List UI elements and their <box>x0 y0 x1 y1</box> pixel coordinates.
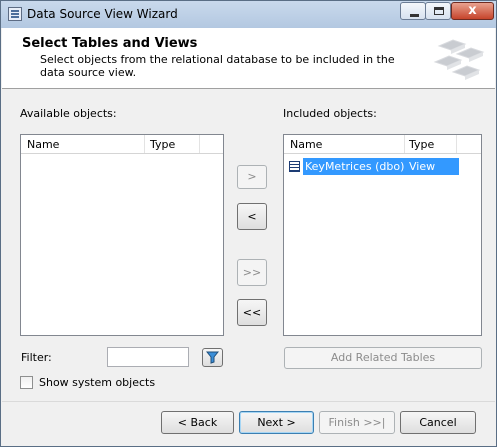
available-column-name[interactable]: Name <box>27 138 59 151</box>
finish-button[interactable]: Finish >>| <box>319 411 395 434</box>
add-all-button[interactable]: >> <box>237 259 267 286</box>
included-list-header: Name Type <box>284 135 481 154</box>
available-objects-list[interactable]: Name Type <box>20 134 224 336</box>
next-button[interactable]: Next > <box>239 411 314 434</box>
window-title: Data Source View Wizard <box>27 7 178 21</box>
header-graphic-icon <box>433 39 485 80</box>
maximize-button[interactable] <box>425 2 451 20</box>
filter-icon <box>206 351 219 364</box>
row-name: KeyMetrices (dbo) <box>305 160 405 173</box>
table-row[interactable]: KeyMetrices (dbo) View <box>303 158 459 175</box>
included-column-name[interactable]: Name <box>290 138 322 151</box>
included-objects-label: Included objects: <box>283 107 377 120</box>
column-separator <box>404 135 405 153</box>
wizard-header: Select Tables and Views Select objects f… <box>2 28 495 89</box>
back-button[interactable]: < Back <box>161 411 234 434</box>
cancel-button[interactable]: Cancel <box>400 411 476 434</box>
show-system-objects-checkbox[interactable] <box>20 376 33 389</box>
add-selected-button[interactable]: > <box>237 165 267 189</box>
app-icon <box>8 7 22 21</box>
available-list-header: Name Type <box>21 135 223 154</box>
page-subtitle: Select objects from the relational datab… <box>40 53 395 79</box>
remove-selected-button[interactable]: < <box>237 203 267 230</box>
included-column-type[interactable]: Type <box>409 138 434 151</box>
footer-divider <box>2 401 495 402</box>
column-separator <box>199 135 200 153</box>
close-icon: x <box>468 3 477 18</box>
add-related-tables-button[interactable]: Add Related Tables <box>284 347 482 369</box>
close-button[interactable]: x <box>451 2 494 20</box>
column-separator <box>144 135 145 153</box>
column-separator <box>456 135 457 153</box>
available-objects-label: Available objects: <box>20 107 117 120</box>
show-system-objects-label: Show system objects <box>39 376 156 389</box>
row-type: View <box>409 160 436 173</box>
apply-filter-button[interactable] <box>202 348 223 367</box>
page-title: Select Tables and Views <box>22 36 198 51</box>
filter-label: Filter: <box>21 351 52 364</box>
title-bar: Data Source View Wizard x <box>1 1 496 28</box>
wizard-window: Data Source View Wizard x Select Tables … <box>0 0 497 447</box>
minimize-button[interactable] <box>400 2 426 20</box>
remove-all-button[interactable]: << <box>237 299 267 326</box>
maximize-icon <box>434 7 444 15</box>
included-objects-list[interactable]: Name Type KeyMetrices (dbo) View <box>283 134 482 336</box>
table-icon <box>289 161 300 172</box>
available-column-type[interactable]: Type <box>150 138 175 151</box>
filter-input[interactable] <box>107 347 189 367</box>
minimize-icon <box>410 14 419 17</box>
